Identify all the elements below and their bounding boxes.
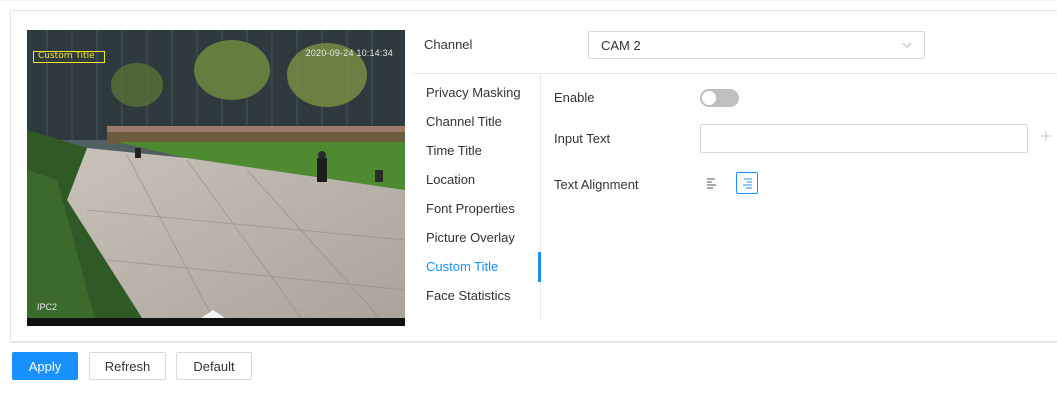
toggle-knob xyxy=(702,91,716,105)
preview-bottom-bar xyxy=(27,318,405,326)
menu-item-face-statistics[interactable]: Face Statistics xyxy=(426,288,511,303)
footer-divider xyxy=(10,342,1057,343)
channel-select[interactable]: CAM 2 xyxy=(588,31,925,59)
enable-label: Enable xyxy=(554,90,595,105)
menu-item-location[interactable]: Location xyxy=(426,172,475,187)
align-right-icon xyxy=(743,178,752,189)
refresh-button[interactable]: Refresh xyxy=(89,352,166,380)
menu-item-custom-title[interactable]: Custom Title xyxy=(426,259,498,274)
osd-timestamp: 2020-09-24 10:14:34 xyxy=(305,48,393,58)
menu-divider xyxy=(540,74,541,320)
menu-item-privacy-masking[interactable]: Privacy Masking xyxy=(426,85,521,100)
input-text-field[interactable] xyxy=(700,124,1028,153)
apply-button[interactable]: Apply xyxy=(12,352,78,380)
osd-channel-name: IPC2 xyxy=(37,302,58,312)
text-alignment-label: Text Alignment xyxy=(554,177,639,192)
menu-item-font-properties[interactable]: Font Properties xyxy=(426,201,515,216)
menu-item-time-title[interactable]: Time Title xyxy=(426,143,482,158)
align-right-button[interactable] xyxy=(736,172,758,194)
align-left-button[interactable] xyxy=(701,172,723,194)
osd-custom-title[interactable]: Custom Title xyxy=(33,51,105,63)
input-text-label: Input Text xyxy=(554,131,611,146)
channel-select-value: CAM 2 xyxy=(601,38,641,53)
enable-toggle[interactable] xyxy=(700,89,739,107)
align-left-icon xyxy=(707,178,716,189)
top-divider xyxy=(0,0,1057,1)
video-preview: Custom Title 2020-09-24 10:14:34 IPC2 xyxy=(27,30,405,326)
camera-scene-image xyxy=(27,30,405,326)
osd-type-menu: Privacy Masking Channel Title Time Title… xyxy=(413,74,541,320)
chevron-down-icon xyxy=(902,42,912,48)
preview-collapse-handle[interactable] xyxy=(201,310,225,318)
channel-label: Channel xyxy=(424,37,473,52)
plus-icon[interactable] xyxy=(1040,130,1052,142)
custom-title-settings-page: Custom Title 2020-09-24 10:14:34 IPC2 Ch… xyxy=(0,0,1057,394)
default-button[interactable]: Default xyxy=(176,352,252,380)
menu-item-picture-overlay[interactable]: Picture Overlay xyxy=(426,230,515,245)
menu-active-indicator xyxy=(538,252,541,282)
menu-item-channel-title[interactable]: Channel Title xyxy=(426,114,502,129)
